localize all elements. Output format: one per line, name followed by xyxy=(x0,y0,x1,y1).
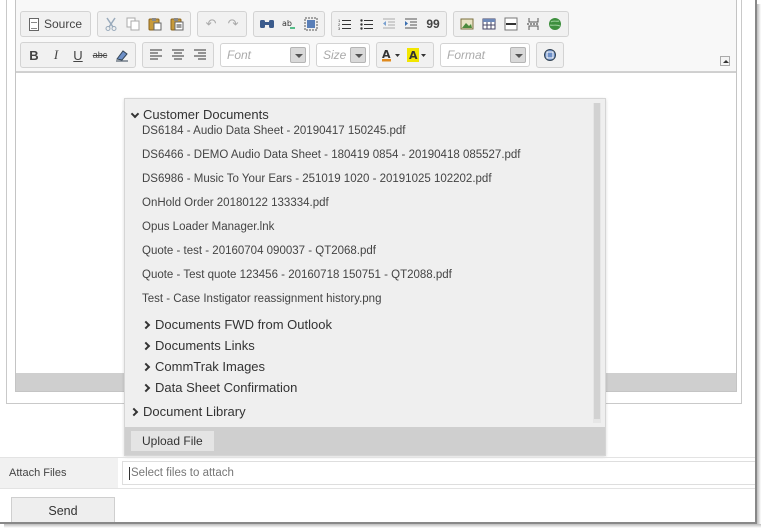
svg-text:A: A xyxy=(409,49,418,62)
strikethrough-button[interactable]: abc xyxy=(89,44,111,66)
list-group: 123 99 xyxy=(331,11,448,37)
outdent-icon[interactable] xyxy=(378,13,400,35)
underline-button[interactable]: U xyxy=(67,44,89,66)
redo-icon[interactable]: ↷ xyxy=(222,13,244,35)
file-item[interactable]: DS6986 - Music To Your Ears - 251019 102… xyxy=(142,173,492,185)
source-icon xyxy=(29,17,39,31)
select-all-icon[interactable] xyxy=(300,13,322,35)
format-select-value: Format xyxy=(447,48,486,62)
chevron-right-icon xyxy=(131,408,139,416)
folder-label: Document Library xyxy=(143,404,246,419)
attach-files-row: Attach Files Select files to attach xyxy=(0,457,755,489)
size-select-value: Size xyxy=(323,48,347,62)
file-item[interactable]: DS6184 - Audio Data Sheet - 20190417 150… xyxy=(142,125,405,137)
folder-label: CommTrak Images xyxy=(155,359,266,374)
email-compose-panel: Source ↶ ↷ ab 1 2 3 99 B I U abc Font Si… xyxy=(0,0,757,524)
attach-files-placeholder: Select files to attach xyxy=(131,467,234,479)
chevron-right-icon xyxy=(143,342,151,350)
scrollbar-thumb[interactable] xyxy=(594,103,600,419)
paste-text-icon[interactable] xyxy=(166,13,188,35)
chevron-right-icon xyxy=(143,321,151,329)
replace-icon[interactable]: ab xyxy=(278,13,300,35)
copy-icon[interactable] xyxy=(122,13,144,35)
iframe-icon[interactable] xyxy=(544,13,566,35)
insert-group xyxy=(453,11,570,37)
folder-label: Customer Documents xyxy=(143,107,269,122)
find-icon[interactable] xyxy=(256,13,278,35)
chevron-right-icon xyxy=(143,384,151,392)
table-icon[interactable] xyxy=(478,13,500,35)
file-item[interactable]: Quote - Test quote 123456 - 20160718 150… xyxy=(142,269,452,281)
history-group: ↶ ↷ xyxy=(197,11,248,37)
maximize-group xyxy=(536,42,564,68)
attach-files-label: Attach Files xyxy=(0,458,118,488)
folder-label: Data Sheet Confirmation xyxy=(155,380,298,395)
file-item[interactable]: OnHold Order 20180122 133334.pdf xyxy=(142,197,329,209)
clipboard-group xyxy=(97,11,192,37)
font-select[interactable]: Font xyxy=(220,43,310,67)
text-caret xyxy=(129,466,130,480)
upload-file-button[interactable]: Upload File xyxy=(130,430,215,452)
file-item[interactable]: Opus Loader Manager.lnk xyxy=(142,221,274,233)
subfolder-documents-links[interactable]: Documents Links xyxy=(143,338,255,353)
chevron-down-icon xyxy=(350,47,366,63)
send-button[interactable]: Send xyxy=(11,497,115,522)
color-group: A A xyxy=(376,42,434,68)
indent-icon[interactable] xyxy=(400,13,422,35)
subfolder-data-sheet-confirmation[interactable]: Data Sheet Confirmation xyxy=(143,380,297,395)
chevron-down-icon xyxy=(131,111,139,119)
folder-label: Documents FWD from Outlook xyxy=(155,317,332,332)
collapse-toolbar-button[interactable] xyxy=(720,56,730,66)
italic-button[interactable]: I xyxy=(45,44,67,66)
background-color-icon[interactable]: A xyxy=(405,44,431,66)
folder-document-library[interactable]: Document Library xyxy=(131,404,246,419)
svg-text:ab: ab xyxy=(282,19,292,28)
file-item[interactable]: DS6466 - DEMO Audio Data Sheet - 180419 … xyxy=(142,149,521,161)
maximize-icon[interactable] xyxy=(539,44,561,66)
file-item[interactable]: Test - Case Instigator reassignment hist… xyxy=(142,293,381,305)
blockquote-icon[interactable]: 99 xyxy=(422,13,444,35)
align-center-icon[interactable] xyxy=(167,44,189,66)
font-select-value: Font xyxy=(227,48,252,62)
toolbar-row-1: Source ↶ ↷ ab 1 2 3 99 xyxy=(20,11,570,37)
undo-icon[interactable]: ↶ xyxy=(200,13,222,35)
chevron-down-icon xyxy=(510,47,526,63)
source-group: Source xyxy=(20,11,92,37)
toolbar-row-2: B I U abc Font Size A A Format xyxy=(20,42,564,68)
cut-icon[interactable] xyxy=(100,13,122,35)
file-browser-dropdown: Customer Documents DS6184 - Audio Data S… xyxy=(124,98,606,456)
subfolder-commtrak-images[interactable]: CommTrak Images xyxy=(143,359,265,374)
image-icon[interactable] xyxy=(456,13,478,35)
editor-toolbar: Source ↶ ↷ ab 1 2 3 99 B I U abc Font Si… xyxy=(16,0,736,72)
size-select[interactable]: Size xyxy=(316,43,370,67)
page-break-icon[interactable] xyxy=(522,13,544,35)
bulleted-list-icon[interactable] xyxy=(356,13,378,35)
text-color-icon[interactable]: A xyxy=(379,44,405,66)
alignment-group xyxy=(142,42,214,68)
basic-styles-group: B I U abc xyxy=(20,42,136,68)
folder-customer-documents[interactable]: Customer Documents xyxy=(131,107,269,122)
source-label: Source xyxy=(44,17,83,31)
chevron-down-icon xyxy=(290,47,306,63)
paste-icon[interactable] xyxy=(144,13,166,35)
horizontal-line-icon[interactable] xyxy=(500,13,522,35)
format-select[interactable]: Format xyxy=(440,43,530,67)
numbered-list-icon[interactable]: 123 xyxy=(334,13,356,35)
file-browser-footer: Upload File xyxy=(125,427,605,455)
align-right-icon[interactable] xyxy=(189,44,211,66)
file-item[interactable]: Quote - test - 20160704 090037 - QT2068.… xyxy=(142,245,376,257)
frame-shadow xyxy=(4,524,761,528)
subfolder-documents-fwd[interactable]: Documents FWD from Outlook xyxy=(143,317,332,332)
source-button[interactable]: Source xyxy=(23,13,88,35)
svg-text:3: 3 xyxy=(338,26,341,31)
remove-format-icon[interactable] xyxy=(111,44,133,66)
folder-label: Documents Links xyxy=(155,338,255,353)
align-left-icon[interactable] xyxy=(145,44,167,66)
bold-button[interactable]: B xyxy=(23,44,45,66)
scrollbar[interactable] xyxy=(593,103,601,423)
find-group: ab xyxy=(253,11,326,37)
attach-files-input[interactable]: Select files to attach xyxy=(122,461,755,485)
frame-shadow xyxy=(757,4,761,528)
chevron-right-icon xyxy=(143,363,151,371)
